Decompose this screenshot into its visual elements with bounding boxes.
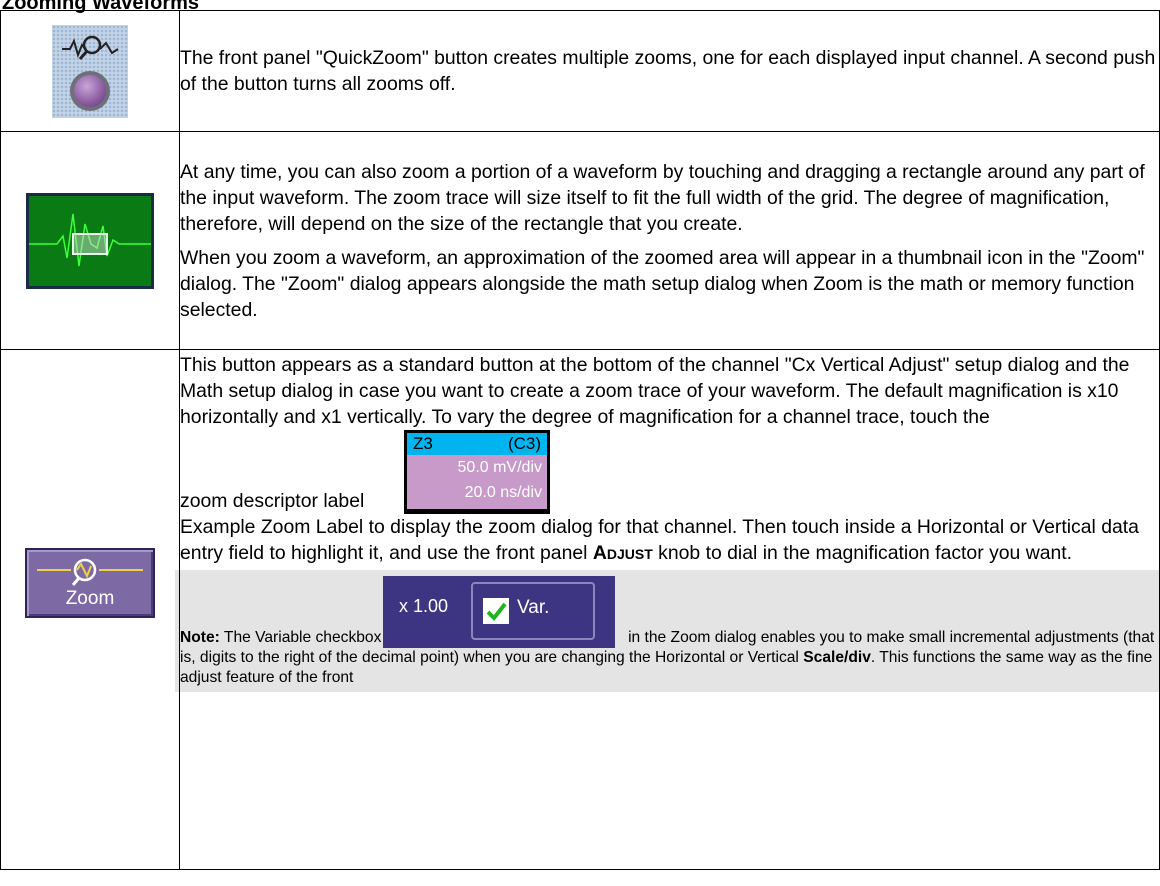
quickzoom-knob [70,70,110,111]
zoom-descriptor-label: Z3 (C3) 50.0 mV/div 20.0 ns/div [404,430,550,514]
icon-cell [0,131,180,350]
variable-checkbox [483,598,509,624]
adjust-knob-name: Adjust [592,542,653,564]
drag-zoom-paragraph: At any time, you can also zoom a portion… [180,160,1145,235]
magnifier-wave-icon [37,558,143,586]
label-lead-line: zoom descriptor label [180,488,1159,514]
descriptor-header: Z3 (C3) [407,433,547,455]
variable-control-image: x 1.00 Var. [383,576,615,648]
note-bold-term: Scale/div [803,649,871,666]
instructions-text-2: knob to dial in the magnification factor… [658,542,1073,564]
zoom-button-image: Zoom [25,548,155,618]
thumbnail-paragraph: When you zoom a waveform, an approximati… [180,246,1145,321]
icon-cell [0,10,180,132]
descriptor-trace: Z3 [413,434,433,453]
text-cell: At any time, you can also zoom a portion… [179,131,1160,350]
waveform-zoom-icon [29,213,151,266]
note-block: x 1.00 Var. Note: The Variable checkbox … [175,570,1160,692]
label-lead-text: zoom descriptor label [180,490,365,512]
descriptor-vscale: 50.0 mV/div [457,459,542,476]
zoom-button-text: This button appears as a standard button… [180,354,1130,428]
table-row-zoom-button: Zoom This button appears as a standard b… [0,349,1160,870]
variable-value: x 1.00 [399,596,449,616]
variable-label: Var. [517,597,550,618]
quickzoom-description: The front panel "QuickZoom" button creat… [180,47,1156,95]
descriptor-body: 50.0 mV/div 20.0 ns/div [407,455,547,509]
note-text-1: The Variable checkbox [223,629,382,646]
checkmark-icon [486,602,507,622]
magnifier-wave-icon [62,35,119,60]
note-text: Note: The Variable checkbox in the Zoom … [180,628,1159,688]
waveform-thumbnail [26,192,154,289]
table-row-quickzoom: The front panel "QuickZoom" button creat… [0,10,1160,132]
zoom-button-description: This button appears as a standard button… [180,350,1159,430]
variable-box: Var. [471,582,595,640]
text-cell: This button appears as a standard button… [175,349,1160,870]
descriptor-hscale: 20.0 ns/div [464,484,542,501]
text-cell: The front panel "QuickZoom" button creat… [179,10,1160,132]
descriptor-source: (C3) [507,434,541,453]
zoom-button-label: Zoom [65,588,115,609]
zoom-dialog-instructions: Example Zoom Label to display the zoom d… [180,514,1159,566]
quickzoom-button-image [52,24,128,118]
note-lead: Note: [180,629,220,646]
table-row-drag-zoom: At any time, you can also zoom a portion… [0,131,1160,350]
icon-cell: Zoom [0,349,180,870]
zoom-table: The front panel "QuickZoom" button creat… [0,10,1160,870]
